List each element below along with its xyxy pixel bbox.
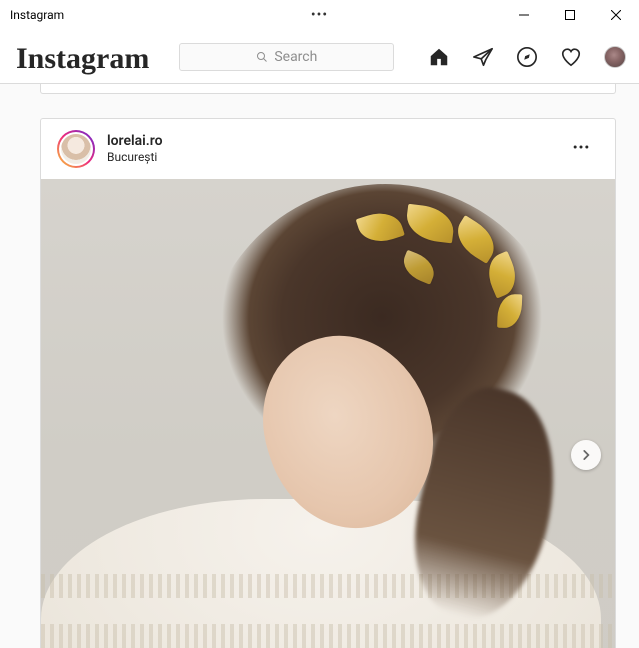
explore-icon[interactable] — [516, 46, 538, 68]
post-location[interactable]: București — [107, 150, 163, 164]
window-controls — [501, 0, 639, 30]
search-icon — [256, 51, 268, 63]
post-header: lorelai.ro București — [41, 119, 615, 179]
post-image[interactable] — [41, 179, 615, 648]
titlebar-more-icon[interactable]: ••• — [311, 7, 328, 23]
carousel-next-button[interactable] — [571, 440, 601, 470]
author-username[interactable]: lorelai.ro — [107, 133, 163, 150]
brand-logo[interactable]: Instagram — [16, 40, 149, 74]
search-placeholder: Search — [274, 49, 317, 65]
home-icon[interactable] — [428, 46, 450, 68]
feed-scroll-area[interactable]: lorelai.ro București — [0, 84, 639, 648]
author-avatar[interactable] — [57, 130, 95, 168]
post-card: lorelai.ro București — [40, 118, 616, 648]
app-navbar: Instagram Search — [0, 30, 639, 84]
window-minimize-button[interactable] — [501, 0, 547, 30]
post-more-button[interactable] — [563, 129, 599, 169]
window-titlebar: Instagram ••• — [0, 0, 639, 30]
window-close-button[interactable] — [593, 0, 639, 30]
activity-icon[interactable] — [560, 46, 582, 68]
previous-post-edge — [40, 84, 616, 94]
profile-avatar[interactable] — [604, 46, 626, 68]
messages-icon[interactable] — [472, 46, 494, 68]
nav-icons — [428, 46, 626, 68]
window-maximize-button[interactable] — [547, 0, 593, 30]
window-title: Instagram — [10, 8, 64, 22]
search-input[interactable]: Search — [179, 43, 394, 71]
